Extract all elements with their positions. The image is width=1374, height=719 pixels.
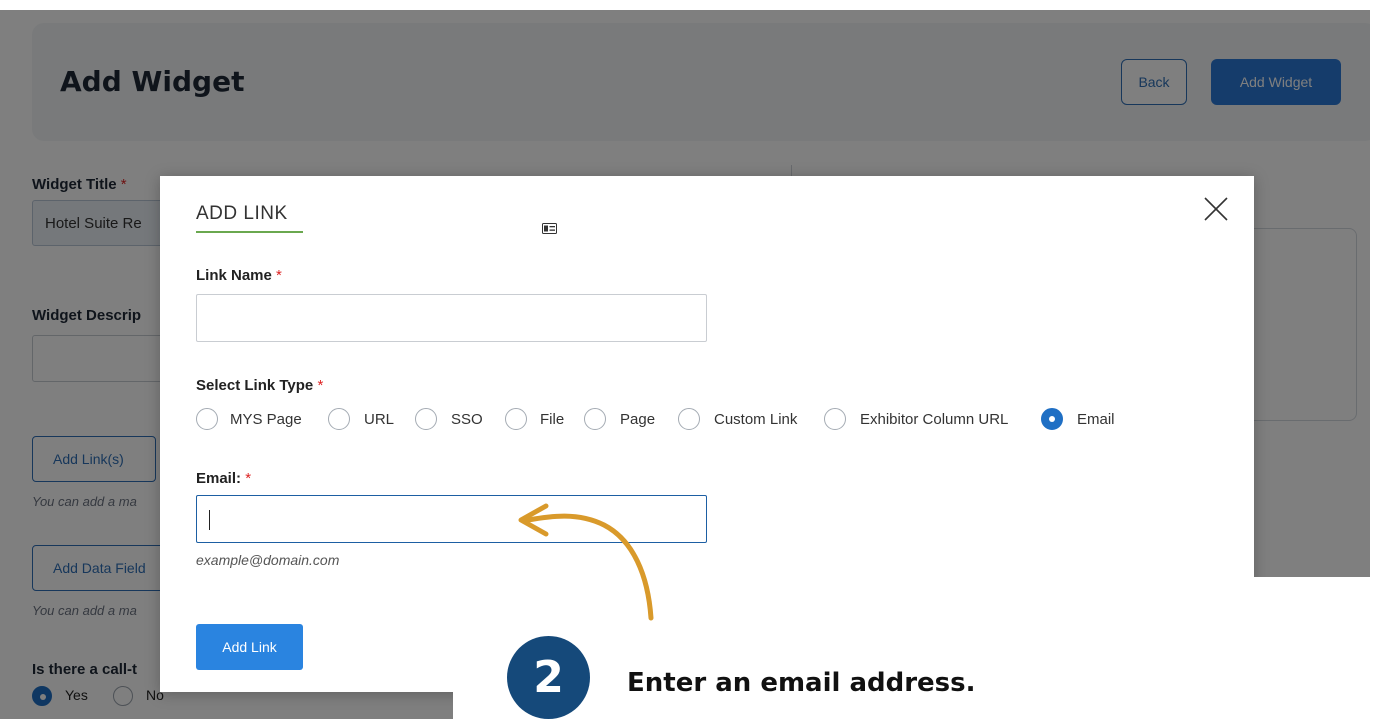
link-type-exhibitor-column-url-label: Exhibitor Column URL: [860, 411, 1009, 428]
link-type-label: Select Link Type *: [196, 377, 324, 394]
link-type-exhibitor-column-url-radio[interactable]: [824, 408, 846, 430]
modal-title: ADD LINK: [196, 203, 288, 224]
link-type-page-label: Page: [620, 411, 656, 428]
modal-title-underline: [196, 231, 303, 233]
link-type-url-radio[interactable]: [328, 408, 350, 430]
step-number: 2: [533, 652, 564, 703]
link-type-email-label: Email: [1077, 411, 1115, 428]
email-hint: example@domain.com: [196, 552, 340, 568]
email-label: Email: *: [196, 470, 252, 487]
screen: Add Widget Back Add Widget Widget Title …: [0, 0, 1374, 719]
link-type-file-label: File: [540, 411, 565, 428]
link-name-input[interactable]: [196, 294, 707, 342]
link-type-mys-page-radio[interactable]: [196, 408, 218, 430]
link-type-url-label: URL: [364, 411, 395, 428]
link-type-page-radio[interactable]: [584, 408, 606, 430]
text-caret: [209, 510, 210, 530]
link-name-label: Link Name *: [196, 267, 282, 284]
link-type-custom-link-radio[interactable]: [678, 408, 700, 430]
link-type-sso-radio[interactable]: [415, 408, 437, 430]
id-card-icon: [542, 223, 557, 234]
step-instruction: Enter an email address.: [627, 668, 976, 698]
link-type-mys-page-label: MYS Page: [230, 411, 302, 428]
link-type-email-radio[interactable]: [1041, 408, 1063, 430]
add-link-button[interactable]: Add Link: [196, 624, 303, 670]
email-input[interactable]: [196, 495, 707, 543]
close-icon[interactable]: [1203, 196, 1229, 222]
link-type-custom-link-label: Custom Link: [714, 411, 798, 428]
link-type-sso-label: SSO: [451, 411, 483, 428]
link-type-file-radio[interactable]: [505, 408, 527, 430]
